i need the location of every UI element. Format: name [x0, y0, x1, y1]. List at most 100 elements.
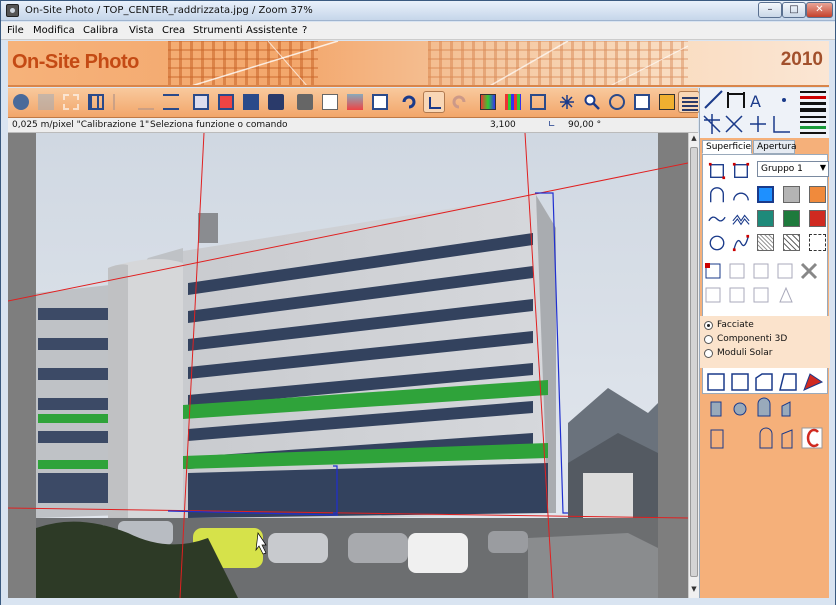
- layers-button[interactable]: [678, 91, 700, 113]
- minus-surface-icon[interactable]: [777, 263, 793, 279]
- swatch-hatch[interactable]: [757, 234, 774, 251]
- slant-door-icon[interactable]: [781, 429, 793, 449]
- menu-vista[interactable]: Vista: [129, 25, 154, 36]
- line-tool-icon[interactable]: [704, 90, 723, 109]
- gallery-button[interactable]: [344, 91, 366, 113]
- arch-shape-icon[interactable]: [707, 185, 727, 205]
- save-button[interactable]: [265, 91, 287, 113]
- facade-chamfer-icon[interactable]: [755, 373, 773, 391]
- intersect-tool-icon[interactable]: [703, 114, 721, 134]
- menu-strumenti[interactable]: Strumenti: [193, 25, 243, 36]
- swatch-teal[interactable]: [757, 210, 774, 227]
- app-year: 2010: [780, 49, 823, 70]
- swatch-blue[interactable]: [757, 186, 774, 203]
- axis-tool-icon[interactable]: [773, 116, 790, 133]
- swatch-red[interactable]: [809, 210, 826, 227]
- document-button[interactable]: [319, 91, 341, 113]
- swatch-hatch-dark[interactable]: [783, 234, 800, 251]
- line-color-icon[interactable]: [800, 96, 826, 99]
- split-icon[interactable]: [705, 287, 721, 303]
- swatch-green[interactable]: [783, 210, 800, 227]
- radio-moduli-solar[interactable]: Moduli Solar: [704, 348, 814, 360]
- menu-file[interactable]: File: [7, 25, 24, 36]
- undo-button[interactable]: [398, 91, 420, 113]
- menu-assistente[interactable]: Assistente: [246, 25, 298, 36]
- window-icon[interactable]: [710, 401, 722, 417]
- copy-surface-icon[interactable]: [753, 263, 769, 279]
- maximize-button[interactable]: □: [782, 2, 806, 18]
- zoom-button[interactable]: [581, 91, 603, 113]
- export-button[interactable]: [369, 91, 391, 113]
- building-photo[interactable]: [8, 133, 688, 598]
- square-button[interactable]: [631, 91, 653, 113]
- menu-modifica[interactable]: Modifica: [33, 25, 75, 36]
- scroll-thumb[interactable]: [690, 147, 698, 577]
- edit-surface-icon[interactable]: [729, 263, 745, 279]
- move-button[interactable]: [527, 91, 549, 113]
- status-bar: 0,025 m/pixel "Calibrazione 1" Seleziona…: [8, 118, 698, 133]
- sparkle-button[interactable]: [556, 91, 578, 113]
- level-button[interactable]: [135, 91, 157, 113]
- minimize-button[interactable]: –: [758, 2, 782, 18]
- angle-tool-button[interactable]: [423, 91, 445, 113]
- round-window-icon[interactable]: [733, 402, 747, 416]
- box-side-button[interactable]: [240, 91, 262, 113]
- cross-tool-icon[interactable]: [725, 115, 743, 133]
- duplicate-icon[interactable]: [729, 287, 745, 303]
- menu-calibra[interactable]: Calibra: [83, 25, 118, 36]
- arch-door-icon[interactable]: [759, 427, 773, 449]
- swatch-empty[interactable]: [809, 234, 826, 251]
- grid-button[interactable]: [85, 91, 107, 113]
- box-front-button[interactable]: [215, 91, 237, 113]
- plus-tool-icon[interactable]: [750, 116, 766, 132]
- menu-help[interactable]: ?: [302, 25, 307, 36]
- delete-icon[interactable]: [800, 262, 818, 280]
- photo-canvas[interactable]: [8, 133, 688, 598]
- fill-button[interactable]: [656, 91, 678, 113]
- tab-superficie[interactable]: Superficie: [702, 140, 752, 154]
- scroll-down-icon[interactable]: ▼: [689, 585, 699, 597]
- radio-componenti-3d[interactable]: Componenti 3D: [704, 334, 814, 346]
- mirror-icon[interactable]: [779, 286, 793, 303]
- circle-shape-icon[interactable]: [707, 233, 727, 253]
- arch-open-shape-icon[interactable]: [731, 185, 751, 205]
- rect-corner-shape-icon[interactable]: [731, 161, 751, 181]
- scroll-up-icon[interactable]: ▲: [689, 134, 699, 146]
- palette2-button[interactable]: [502, 91, 524, 113]
- wave-shape-icon[interactable]: [707, 209, 727, 229]
- radio-facciate[interactable]: Facciate: [704, 320, 814, 332]
- app-banner: On-Site Photo 2010: [8, 41, 829, 87]
- print-button[interactable]: [294, 91, 316, 113]
- facade-trapezoid-icon[interactable]: [779, 373, 797, 391]
- rect-shape-icon[interactable]: [707, 161, 727, 181]
- redo-button[interactable]: [448, 91, 470, 113]
- door-icon[interactable]: [710, 429, 724, 449]
- curve-shape-icon[interactable]: [731, 233, 751, 253]
- tab-apertura[interactable]: Apertura: [753, 140, 797, 154]
- box-3d-button[interactable]: [190, 91, 212, 113]
- distribute-button[interactable]: [160, 91, 182, 113]
- vertical-scrollbar[interactable]: ▲ ▼: [688, 133, 699, 598]
- dimension-tool-icon[interactable]: [727, 92, 745, 108]
- image-button[interactable]: [35, 91, 57, 113]
- palette-button[interactable]: [477, 91, 499, 113]
- view-button[interactable]: [606, 91, 628, 113]
- close-button[interactable]: ✕: [806, 2, 833, 18]
- facade-rect2-icon[interactable]: [731, 373, 749, 391]
- facade-rect-icon[interactable]: [707, 373, 725, 391]
- swatch-gray[interactable]: [783, 186, 800, 203]
- zigzag-shape-icon[interactable]: [731, 209, 751, 229]
- array-icon[interactable]: [753, 287, 769, 303]
- slant-window-icon[interactable]: [781, 401, 791, 417]
- point-tool-icon[interactable]: [782, 98, 786, 102]
- facade-roof-icon[interactable]: [803, 373, 824, 391]
- group-dropdown[interactable]: Gruppo 1 ▼: [757, 161, 829, 177]
- crop-button[interactable]: [60, 91, 82, 113]
- text-tool-icon[interactable]: A: [750, 92, 761, 111]
- menu-crea[interactable]: Crea: [162, 25, 185, 36]
- align-button[interactable]: [110, 91, 132, 113]
- arch-window-icon[interactable]: [757, 397, 771, 417]
- fill-color-icon[interactable]: [800, 126, 826, 129]
- start-button[interactable]: [10, 91, 32, 113]
- swatch-orange[interactable]: [809, 186, 826, 203]
